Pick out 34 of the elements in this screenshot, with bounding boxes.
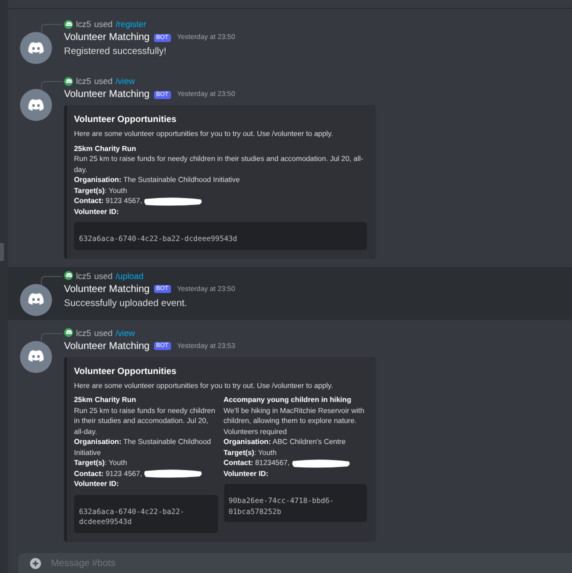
discord-logo-icon	[66, 22, 72, 26]
discord-logo-icon	[66, 273, 72, 278]
scroll-marker	[0, 242, 4, 260]
command-link[interactable]: /view	[116, 328, 135, 338]
bot-avatar[interactable]	[20, 32, 52, 64]
author-name[interactable]: Volunteer Matching	[64, 284, 150, 294]
message-text: Successfully uploaded event.	[64, 296, 188, 310]
message-text: Registered successfully!	[64, 45, 168, 58]
bot-avatar[interactable]	[20, 340, 52, 372]
used-label: used	[94, 76, 113, 86]
command-user[interactable]: lcz5	[76, 76, 92, 86]
command-link[interactable]: /register	[116, 19, 146, 29]
discord-logo-icon	[28, 293, 44, 306]
add-icon[interactable]	[30, 558, 41, 568]
used-label: used	[94, 270, 113, 280]
discord-logo-icon	[66, 78, 72, 84]
used-label: used	[94, 328, 113, 338]
command-link[interactable]: /upload	[116, 270, 144, 280]
command-user[interactable]: lcz5	[76, 328, 92, 338]
embed-title: Volunteer Opportunities	[74, 114, 178, 124]
command-link[interactable]: /view	[116, 76, 135, 86]
discord-logo-icon	[28, 42, 44, 54]
bot-avatar[interactable]	[20, 284, 52, 316]
author-name[interactable]: Volunteer Matching	[64, 32, 150, 43]
used-label: used	[94, 19, 113, 29]
bot-avatar[interactable]	[20, 89, 52, 121]
discord-logo-icon	[66, 330, 72, 335]
discord-logo-icon	[28, 350, 44, 363]
discord-logo-icon	[28, 98, 44, 112]
author-name[interactable]: Volunteer Matching	[64, 89, 150, 100]
embed-title: Volunteer Opportunities	[74, 366, 178, 376]
command-user[interactable]: lcz5	[76, 19, 92, 29]
command-user[interactable]: lcz5	[76, 270, 92, 280]
author-name[interactable]: Volunteer Matching	[64, 340, 150, 352]
